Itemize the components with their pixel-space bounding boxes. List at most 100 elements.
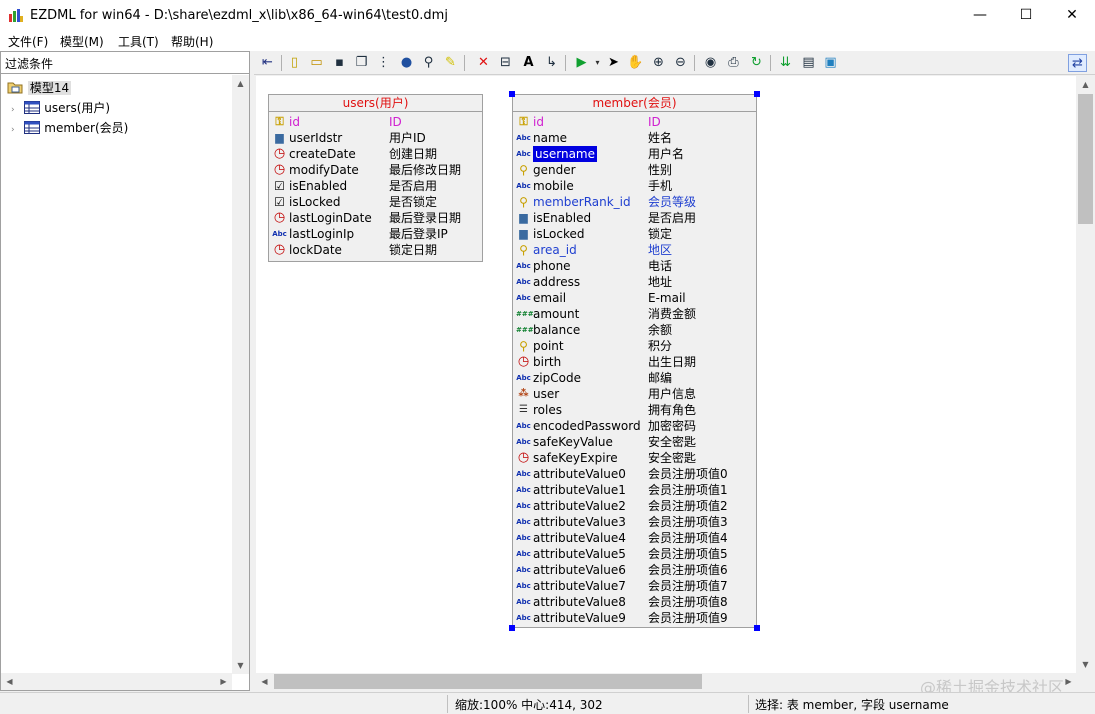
field-row[interactable]: ⚲ memberRank_id 会员等级 (513, 194, 756, 210)
field-row[interactable]: Abc lastLoginIp 最后登录IP (269, 226, 482, 242)
field-row[interactable]: ▆ isLocked 锁定 (513, 226, 756, 242)
field-row[interactable]: ◷ birth 出生日期 (513, 354, 756, 370)
field-row[interactable]: ⚲ point 积分 (513, 338, 756, 354)
field-row[interactable]: Abc email E-mail (513, 290, 756, 306)
image-icon[interactable]: ▣ (821, 54, 840, 72)
field-row[interactable]: Abc name 姓名 (513, 130, 756, 146)
link-icon[interactable]: ↳ (542, 54, 561, 72)
field-row[interactable]: ◷ lockDate 锁定日期 (269, 242, 482, 258)
field-row[interactable]: Abc username 用户名 (513, 146, 756, 162)
hand-icon[interactable]: ✋ (626, 54, 645, 72)
folder-model-icon (7, 82, 23, 94)
scroll-right-icon[interactable]: ▶ (215, 673, 232, 690)
diagram-canvas[interactable]: users(用户) ⚿ id ID ▆ userIdstr 用户ID ◷ createDate… (256, 76, 1076, 673)
field-row[interactable]: Abc attributeValue4 会员注册项值4 (513, 530, 756, 546)
scroll-left-icon[interactable]: ◀ (256, 673, 273, 690)
field-name: attributeValue0 (533, 467, 626, 481)
field-row[interactable]: Abc attributeValue9 会员注册项值9 (513, 610, 756, 626)
field-row[interactable]: ◷ modifyDate 最后修改日期 (269, 162, 482, 178)
field-row[interactable]: Abc attributeValue3 会员注册项值3 (513, 514, 756, 530)
table-member[interactable]: member(会员) ⚿ id ID Abc name 姓名 Abc username 用户名 ⚲… (512, 94, 757, 628)
field-row[interactable]: ⚿ id ID (269, 114, 482, 130)
field-row[interactable]: ☑ isEnabled 是否启用 (269, 178, 482, 194)
field-row[interactable]: ⁂ user 用户信息 (513, 386, 756, 402)
globe-icon[interactable]: ● (397, 54, 416, 72)
tree-item-users[interactable]: › users(用户) (11, 99, 110, 117)
scroll-thumb[interactable] (274, 674, 702, 689)
field-row[interactable]: Abc attributeValue8 会员注册项值8 (513, 594, 756, 610)
tree-vertical-scrollbar[interactable]: ▲ ▼ (232, 75, 249, 674)
text-icon[interactable]: A (519, 54, 538, 72)
scroll-thumb[interactable] (1078, 94, 1093, 224)
field-row[interactable]: Abc attributeValue5 会员注册项值5 (513, 546, 756, 562)
field-row[interactable]: ⚲ gender 性别 (513, 162, 756, 178)
canvas-vertical-scrollbar[interactable]: ▲ ▼ (1077, 76, 1094, 673)
resize-handle[interactable] (509, 625, 515, 631)
field-name: userIdstr (289, 131, 343, 145)
field-row[interactable]: ◷ createDate 创建日期 (269, 146, 482, 162)
resize-handle[interactable] (509, 91, 515, 97)
save-all-icon[interactable]: ❐ (352, 54, 371, 72)
maximize-button[interactable]: ☐ (1003, 0, 1049, 31)
zoom-out-icon[interactable]: ⊖ (671, 54, 690, 72)
field-row[interactable]: Abc zipCode 邮编 (513, 370, 756, 386)
open-folder-icon[interactable]: ▭ (307, 54, 326, 72)
field-row[interactable]: Abc phone 电话 (513, 258, 756, 274)
toggle-panel-icon[interactable]: ⇤ (258, 54, 277, 72)
field-row[interactable]: ⚲ area_id 地区 (513, 242, 756, 258)
field-row[interactable]: Abc safeKeyValue 安全密匙 (513, 434, 756, 450)
resize-handle[interactable] (754, 625, 760, 631)
close-button[interactable]: ✕ (1049, 0, 1095, 31)
menu-help[interactable]: 帮助(H) (171, 33, 213, 50)
field-row[interactable]: Abc attributeValue2 会员注册项值2 (513, 498, 756, 514)
field-name: isLocked (533, 227, 585, 241)
field-row[interactable]: ◷ lastLoginDate 最后登录日期 (269, 210, 482, 226)
resize-handle[interactable] (754, 91, 760, 97)
scroll-up-icon[interactable]: ▲ (232, 75, 249, 92)
table-users[interactable]: users(用户) ⚿ id ID ▆ userIdstr 用户ID ◷ createDate… (268, 94, 483, 262)
field-row[interactable]: ▆ userIdstr 用户ID (269, 130, 482, 146)
tree-root[interactable]: 模型14 (7, 79, 72, 97)
import-icon[interactable]: ⇊ (776, 54, 795, 72)
selection-status: 选择: 表 member, 字段 username (755, 698, 949, 712)
field-row[interactable]: ▆ isEnabled 是否启用 (513, 210, 756, 226)
tree-horizontal-scrollbar[interactable]: ◀ ▶ (1, 673, 232, 690)
pointer-icon[interactable]: ➤ (604, 54, 623, 72)
menu-file[interactable]: 文件(F) (8, 33, 48, 50)
scroll-up-icon[interactable]: ▲ (1077, 76, 1094, 93)
tree-item-member[interactable]: › member(会员) (11, 119, 128, 137)
scroll-down-icon[interactable]: ▼ (1077, 656, 1094, 673)
menu-model[interactable]: 模型(M) (60, 33, 104, 50)
minimize-button[interactable]: — (957, 0, 1003, 31)
field-row[interactable]: Abc mobile 手机 (513, 178, 756, 194)
field-row[interactable]: Abc attributeValue1 会员注册项值1 (513, 482, 756, 498)
field-row[interactable]: Abc encodedPassword 加密密码 (513, 418, 756, 434)
field-row[interactable]: Abc attributeValue0 会员注册项值0 (513, 466, 756, 482)
field-row[interactable]: Abc attributeValue7 会员注册项值7 (513, 578, 756, 594)
field-row[interactable]: Abc attributeValue6 会员注册项值6 (513, 562, 756, 578)
table-add-icon[interactable]: ⊟ (496, 54, 515, 72)
highlight-icon[interactable]: ✎ (441, 54, 460, 72)
delete-icon[interactable]: ✕ (474, 54, 493, 72)
find-icon[interactable]: ⚲ (419, 54, 438, 72)
new-file-icon[interactable]: ▯ (285, 54, 304, 72)
field-row[interactable]: ☰ roles 拥有角色 (513, 402, 756, 418)
filter-box[interactable]: 过滤条件 (1, 52, 249, 74)
field-row[interactable]: ◷ safeKeyExpire 安全密匙 (513, 450, 756, 466)
field-row[interactable]: ⚿ id ID (513, 114, 756, 130)
menu-tools[interactable]: 工具(T) (118, 33, 159, 50)
field-row[interactable]: ### balance 余额 (513, 322, 756, 338)
scroll-down-icon[interactable]: ▼ (232, 657, 249, 674)
save-icon[interactable]: ▪ (330, 54, 349, 72)
switch-view-icon[interactable]: ⇄ (1068, 54, 1087, 72)
refresh-icon[interactable]: ↻ (747, 54, 766, 72)
print-icon[interactable]: ⎙ (724, 54, 743, 72)
scroll-left-icon[interactable]: ◀ (1, 673, 18, 690)
tree-view-icon[interactable]: ⋮ (374, 54, 393, 72)
field-row[interactable]: ☑ isLocked 是否锁定 (269, 194, 482, 210)
field-row[interactable]: ### amount 消费金额 (513, 306, 756, 322)
properties-icon[interactable]: ▤ (799, 54, 818, 72)
zoom-in-icon[interactable]: ⊕ (649, 54, 668, 72)
field-row[interactable]: Abc address 地址 (513, 274, 756, 290)
view-icon[interactable]: ◉ (701, 54, 720, 72)
